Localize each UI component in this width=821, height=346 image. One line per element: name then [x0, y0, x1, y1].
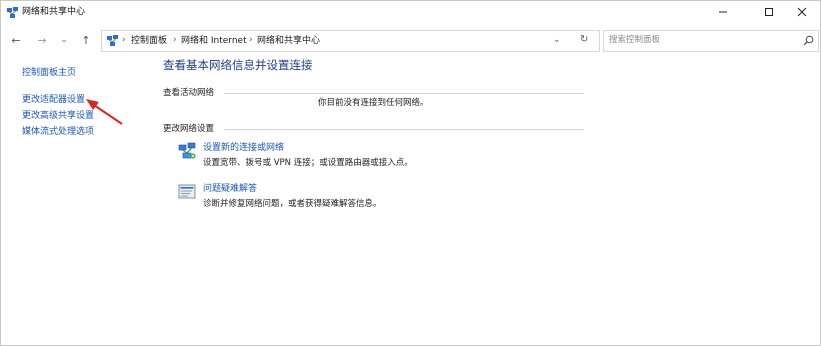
breadcrumb-separator-icon: › — [173, 35, 177, 45]
back-button[interactable]: ← — [7, 31, 25, 49]
setup-connection-description: 设置宽带、拨号或 VPN 连接；或设置路由器或接入点。 — [203, 158, 413, 168]
sidebar: 控制面板主页 更改适配器设置 更改高级共享设置 媒体流式处理选项 — [1, 55, 151, 345]
sidebar-item-control-panel-home[interactable]: 控制面板主页 — [22, 67, 76, 79]
search-icon[interactable] — [803, 35, 814, 46]
troubleshoot-icon — [178, 184, 196, 199]
main-content: 查看基本网络信息并设置连接 查看活动网络 你目前没有连接到任何网络。 更改网络设… — [151, 55, 820, 345]
up-button[interactable]: ↑ — [77, 31, 95, 49]
network-setup-icon — [178, 142, 196, 159]
forward-arrow-icon: → — [37, 33, 47, 47]
refresh-icon[interactable]: ↻ — [580, 34, 588, 46]
close-button[interactable] — [782, 1, 821, 23]
address-bar[interactable]: › 控制面板 › 网络和 Internet › 网络和共享中心 ⌄ ↻ — [101, 30, 600, 52]
no-connection-text: 你目前没有连接到任何网络。 — [318, 98, 429, 108]
sidebar-item-change-adapter-settings[interactable]: 更改适配器设置 — [22, 94, 85, 106]
window-title: 网络和共享中心 — [22, 7, 86, 17]
search-box[interactable] — [603, 30, 819, 52]
minimize-icon — [719, 11, 727, 13]
chevron-down-icon: ⌄ — [60, 35, 68, 45]
section-divider — [224, 129, 584, 130]
maximize-icon — [765, 8, 773, 16]
up-arrow-icon: ↑ — [81, 33, 91, 47]
page-title: 查看基本网络信息并设置连接 — [163, 58, 313, 72]
change-network-settings-label: 更改网络设置 — [163, 124, 215, 134]
control-panel-icon — [107, 35, 118, 46]
breadcrumb-separator-icon: › — [122, 35, 126, 45]
active-network-label: 查看活动网络 — [163, 88, 215, 98]
recent-locations-button[interactable]: ⌄ — [55, 31, 73, 49]
close-icon — [797, 7, 807, 17]
troubleshoot-link[interactable]: 问题疑难解答 — [203, 183, 257, 195]
address-dropdown-icon[interactable]: ⌄ — [553, 34, 561, 46]
minimize-button[interactable] — [703, 1, 743, 23]
breadcrumb-item[interactable]: 网络和 Internet — [181, 35, 247, 47]
sidebar-item-advanced-sharing-settings[interactable]: 更改高级共享设置 — [22, 110, 94, 122]
breadcrumb-item[interactable]: 控制面板 — [131, 35, 167, 47]
section-divider — [224, 93, 584, 94]
setup-connection-link[interactable]: 设置新的连接或网络 — [203, 142, 284, 154]
search-input[interactable] — [609, 33, 789, 47]
breadcrumb-item[interactable]: 网络和共享中心 — [257, 35, 320, 47]
troubleshoot-description: 诊断并修复网络问题，或者获得疑难解答信息。 — [203, 199, 382, 209]
title-bar: 网络和共享中心 — [1, 1, 820, 25]
forward-button[interactable]: → — [33, 31, 51, 49]
breadcrumb-separator-icon: › — [249, 35, 253, 45]
sidebar-item-media-streaming-options[interactable]: 媒体流式处理选项 — [22, 126, 94, 138]
back-arrow-icon: ← — [11, 33, 21, 47]
network-center-icon — [7, 7, 18, 18]
navigation-bar: ← → ⌄ ↑ › 控制面板 › 网络和 Internet › 网络和共享中心 … — [1, 27, 820, 53]
window: 网络和共享中心 ← → ⌄ ↑ › 控制面板 › 网络和 Internet › … — [0, 0, 821, 346]
